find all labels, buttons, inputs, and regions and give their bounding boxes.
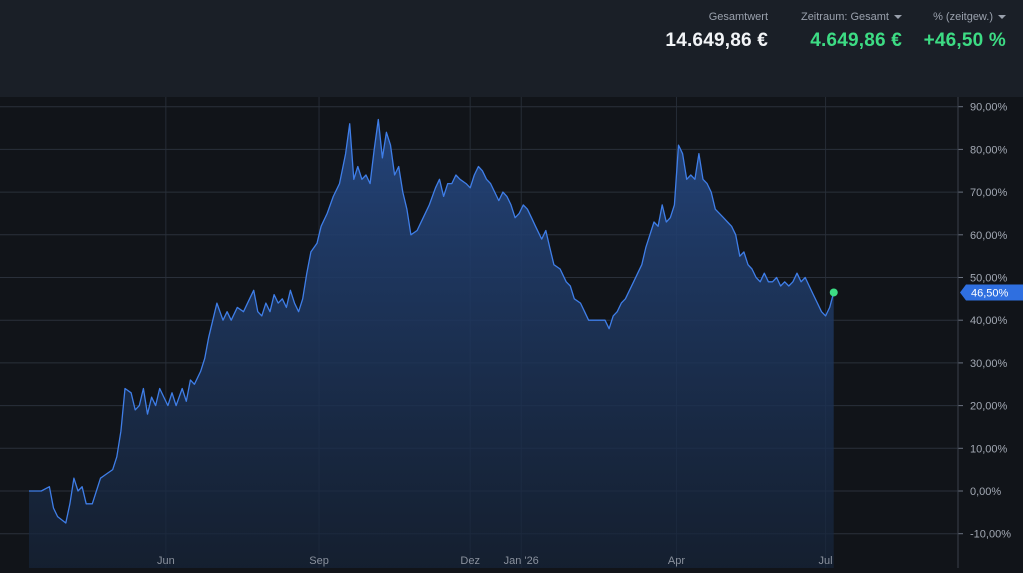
- y-tick-label: 70,00%: [970, 187, 1008, 199]
- percent-stat[interactable]: % (zeitgew.) +46,50 %: [924, 10, 1006, 52]
- x-tick-label: Sep: [309, 555, 329, 567]
- period-dropdown-label[interactable]: Zeitraum: Gesamt: [801, 11, 889, 23]
- period-stat[interactable]: Zeitraum: Gesamt 4.649,86 €: [801, 10, 902, 52]
- y-tick-label: 10,00%: [970, 443, 1008, 455]
- area-fill: [29, 119, 834, 568]
- period-gain-value: 4.649,86 €: [810, 30, 902, 51]
- chevron-down-icon[interactable]: [998, 15, 1006, 19]
- y-tick-label: 50,00%: [970, 273, 1008, 285]
- y-tick-label: 80,00%: [970, 144, 1008, 156]
- total-value-stat: Gesamtwert 14.649,86 €: [665, 10, 768, 52]
- y-tick-label: 30,00%: [970, 358, 1008, 370]
- x-tick-label: Dez: [460, 555, 480, 567]
- total-value: 14.649,86 €: [665, 30, 768, 51]
- x-tick-label: Jan '26: [504, 555, 539, 567]
- total-value-label: Gesamtwert: [708, 11, 768, 23]
- performance-chart-svg[interactable]: -10,00% 0,00% 10,00% 20,00% 30,00% 40,00% 50,0…: [0, 97, 1023, 568]
- y-tick-label: 40,00%: [970, 315, 1008, 327]
- percent-gain-value: +46,50 %: [923, 30, 1006, 51]
- percent-mode-label[interactable]: % (zeitgew.): [933, 11, 993, 23]
- y-tick-label: 90,00%: [970, 102, 1008, 114]
- x-tick-label: Jun: [157, 555, 175, 567]
- y-tick-label: -10,00%: [970, 529, 1011, 541]
- x-tick-label: Apr: [668, 555, 685, 567]
- y-tick-label: 60,00%: [970, 230, 1008, 242]
- performance-chart[interactable]: -10,00% 0,00% 10,00% 20,00% 30,00% 40,00% 50,0…: [0, 97, 1023, 568]
- chevron-down-icon[interactable]: [894, 15, 902, 19]
- summary-header: Gesamtwert 14.649,86 € Zeitraum: Gesamt …: [0, 0, 1023, 97]
- x-tick-label: Jul: [819, 555, 833, 567]
- current-point-marker: [829, 288, 838, 297]
- current-value-label: 46,50%: [971, 287, 1009, 299]
- y-tick-label: 20,00%: [970, 401, 1008, 413]
- y-tick-label: 0,00%: [970, 486, 1001, 498]
